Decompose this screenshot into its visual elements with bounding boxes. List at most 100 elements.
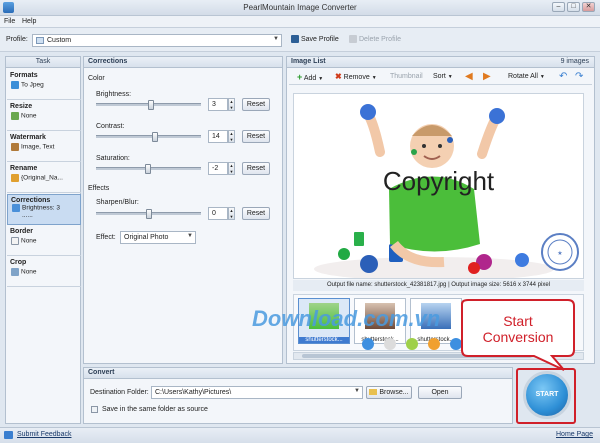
corrections-icon <box>12 204 20 212</box>
save-profile-button[interactable]: Save Profile <box>291 35 339 43</box>
folder-icon <box>369 389 378 396</box>
profile-select[interactable]: Custom ▼ <box>32 34 282 47</box>
browse-label: Browse... <box>379 389 409 396</box>
brightness-slider[interactable] <box>96 100 201 110</box>
move-right-icon[interactable]: ▶ <box>483 70 491 84</box>
watermark-dot <box>362 338 374 350</box>
thumbnail-button[interactable]: Thumbnail <box>390 70 423 84</box>
open-button[interactable]: Open <box>418 386 462 399</box>
saturation-value[interactable]: -2 <box>208 162 228 175</box>
task-rename-title: Rename <box>10 165 38 172</box>
remove-button[interactable]: ✖ Remove ▼ <box>335 70 377 84</box>
sharpen-slider[interactable] <box>96 209 201 219</box>
close-button[interactable]: ✕ <box>582 2 595 12</box>
task-formats-title: Formats <box>10 72 38 79</box>
minimize-button[interactable]: – <box>552 2 565 12</box>
border-icon <box>11 237 19 245</box>
task-border-value: None <box>21 237 37 245</box>
copyright-watermark-text: Copyright <box>382 166 495 196</box>
callout-line2: Conversion <box>482 329 554 345</box>
menu-file[interactable]: File <box>4 18 15 25</box>
task-resize-title: Resize <box>10 103 33 110</box>
chevron-down-icon: ▼ <box>187 233 193 239</box>
profile-icon <box>36 37 44 44</box>
image-count: 9 images <box>560 58 589 65</box>
task-watermark-value: Image, Text <box>21 143 55 151</box>
sharpen-slider-knob[interactable] <box>145 209 152 219</box>
saturation-slider[interactable] <box>96 164 201 174</box>
task-formats[interactable]: Formats To Jpeg <box>7 70 81 100</box>
effect-value: Original Photo <box>124 234 169 241</box>
saturation-slider-knob[interactable] <box>144 164 151 174</box>
sharpen-stepper[interactable]: ▲ ▼ <box>228 207 235 220</box>
window-title: PearlMountain Image Converter <box>243 3 357 12</box>
rotate-all-button[interactable]: Rotate All ▼ <box>508 70 545 84</box>
menu-help[interactable]: Help <box>22 18 36 25</box>
watermark-dot <box>428 338 440 350</box>
task-resize-value: None <box>21 112 37 120</box>
saturation-stepper[interactable]: ▲ ▼ <box>228 162 235 175</box>
convert-header: Convert <box>84 368 512 379</box>
brightness-value[interactable]: 3 <box>208 98 228 111</box>
chevron-down-icon: ▼ <box>354 388 360 394</box>
task-border-title: Border <box>10 228 33 235</box>
delete-profile-button[interactable]: Delete Profile <box>349 35 401 43</box>
contrast-stepper[interactable]: ▲ ▼ <box>228 130 235 143</box>
callout-line1: Start <box>503 313 533 329</box>
add-button[interactable]: + Add ▼ <box>297 70 323 84</box>
floppy-icon <box>291 35 299 43</box>
task-resize[interactable]: Resize None <box>7 101 81 131</box>
task-border[interactable]: Border None <box>7 226 81 256</box>
task-corrections[interactable]: Corrections Brightness: 3 ...... <box>7 194 81 225</box>
brightness-stepper[interactable]: ▲ ▼ <box>228 98 235 111</box>
title-bar: PearlMountain Image Converter – □ ✕ <box>0 0 600 16</box>
formats-icon <box>11 81 19 89</box>
watermark-dot <box>406 338 418 350</box>
contrast-reset-button[interactable]: Reset <box>242 130 270 143</box>
same-folder-checkbox[interactable] <box>91 406 98 413</box>
pencil-icon <box>11 174 19 182</box>
menu-bar: File Help <box>0 16 600 28</box>
image-preview: ★ Copyright <box>293 93 584 279</box>
start-button[interactable]: START <box>523 371 571 419</box>
contrast-label: Contrast: <box>96 123 125 130</box>
task-corrections-more: ...... <box>22 212 33 219</box>
contrast-slider[interactable] <box>96 132 201 142</box>
profile-label: Profile: <box>6 36 28 43</box>
brightness-slider-knob[interactable] <box>148 100 155 110</box>
task-panel: Task Formats To Jpeg Resize None Waterma… <box>5 56 81 424</box>
sharpen-reset-button[interactable]: Reset <box>242 207 270 220</box>
thumbnail-caption: shutterstock... <box>299 337 349 343</box>
browse-button[interactable]: Browse... <box>366 386 412 399</box>
sort-button[interactable]: Sort ▼ <box>433 70 453 84</box>
remove-icon: ✖ <box>335 72 342 81</box>
rotate-left-icon[interactable]: ↶ <box>559 70 567 84</box>
task-formats-value: To Jpeg <box>21 81 44 89</box>
image-list-header: Image List 9 images <box>287 57 594 68</box>
saturation-reset-button[interactable]: Reset <box>242 162 270 175</box>
same-folder-label: Save in the same folder as source <box>102 406 208 413</box>
destination-label: Destination Folder: <box>90 389 149 396</box>
remove-label: Remove <box>343 74 370 81</box>
submit-feedback-link[interactable]: Submit Feedback <box>17 431 71 438</box>
move-left-icon[interactable]: ◀ <box>465 70 473 84</box>
footer-bar: Submit Feedback Home Page <box>0 427 600 443</box>
brightness-reset-button[interactable]: Reset <box>242 98 270 111</box>
task-corrections-title: Corrections <box>11 197 51 204</box>
destination-folder-input[interactable]: C:\Users\Kathy\Pictures\ ▼ <box>151 386 363 399</box>
image-list-title: Image List <box>291 58 326 65</box>
contrast-slider-knob[interactable] <box>152 132 159 142</box>
sharpen-value[interactable]: 0 <box>208 207 228 220</box>
maximize-button[interactable]: □ <box>567 2 580 12</box>
task-rename[interactable]: Rename {Original_Na... <box>7 163 81 193</box>
task-corrections-value: Brightness: 3 <box>22 204 60 212</box>
home-page-link[interactable]: Home Page <box>556 431 593 438</box>
contrast-value[interactable]: 14 <box>208 130 228 143</box>
output-info: Output file name: shutterstock_42381817.… <box>293 280 584 291</box>
rotate-right-icon[interactable]: ↷ <box>575 70 583 84</box>
effect-select[interactable]: Original Photo ▼ <box>120 231 196 244</box>
effect-label: Effect: <box>96 234 116 241</box>
task-watermark[interactable]: Watermark Image, Text <box>7 132 81 162</box>
task-crop[interactable]: Crop None <box>7 257 81 287</box>
svg-text:★: ★ <box>557 250 562 257</box>
